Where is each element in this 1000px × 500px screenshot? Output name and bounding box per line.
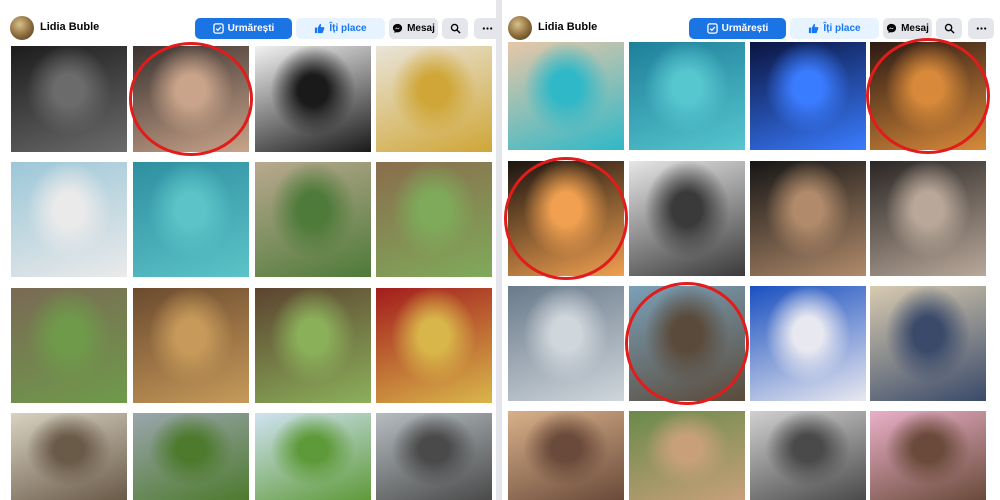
more-button[interactable] <box>474 18 496 39</box>
photo-tile[interactable] <box>133 162 249 277</box>
messenger-icon <box>392 23 403 34</box>
messenger-icon <box>886 23 897 34</box>
photo-tile[interactable] <box>750 161 866 276</box>
photo-tile[interactable] <box>133 288 249 403</box>
highlight-circle <box>504 157 628 280</box>
photo-tile[interactable] <box>11 46 127 152</box>
message-button[interactable]: Mesaj <box>389 18 438 39</box>
profile-name[interactable]: Lidia Buble <box>40 21 99 33</box>
avatar[interactable] <box>508 16 532 40</box>
follow-check-icon <box>212 23 224 34</box>
thumbs-up-icon <box>314 23 325 34</box>
photo-tile[interactable] <box>508 286 624 401</box>
avatar[interactable] <box>10 16 34 40</box>
photo-tile[interactable] <box>508 42 624 150</box>
highlight-circle <box>625 282 749 405</box>
like-label: Îți place <box>823 23 861 34</box>
photo-tile[interactable] <box>750 286 866 401</box>
more-dots-icon <box>482 23 493 34</box>
follow-button[interactable]: Urmărești <box>689 18 786 39</box>
follow-label: Urmărești <box>227 23 275 34</box>
photo-tile[interactable] <box>255 46 371 152</box>
message-label: Mesaj <box>407 23 435 34</box>
search-button[interactable] <box>936 18 962 39</box>
photo-tile[interactable] <box>629 411 745 500</box>
photo-tile[interactable] <box>255 162 371 277</box>
photo-tile[interactable] <box>870 411 986 500</box>
highlight-circle <box>866 38 990 154</box>
highlight-circle <box>129 42 253 156</box>
photo-tile[interactable] <box>750 411 866 500</box>
photo-tile[interactable] <box>376 413 492 500</box>
profile-name[interactable]: Lidia Buble <box>538 21 597 33</box>
photo-tile[interactable] <box>629 42 745 150</box>
photo-tile[interactable] <box>11 162 127 277</box>
photo-tile[interactable] <box>870 286 986 401</box>
follow-label: Urmărești <box>721 23 769 34</box>
thumbs-up-icon <box>808 23 819 34</box>
like-button[interactable]: Îți place <box>296 18 385 39</box>
search-button[interactable] <box>442 18 468 39</box>
photo-tile[interactable] <box>629 161 745 276</box>
search-icon <box>450 23 461 34</box>
photo-tile[interactable] <box>133 413 249 500</box>
like-label: Îți place <box>329 23 367 34</box>
photo-tile[interactable] <box>255 413 371 500</box>
message-label: Mesaj <box>901 23 929 34</box>
photo-tile[interactable] <box>376 46 492 152</box>
photo-tile[interactable] <box>750 42 866 150</box>
photo-tile[interactable] <box>376 288 492 403</box>
more-button[interactable] <box>968 18 994 39</box>
message-button[interactable]: Mesaj <box>883 18 932 39</box>
photo-tile[interactable] <box>11 413 127 500</box>
profile-panel-left: Lidia Buble Urmărești Îți place Mesaj <box>0 0 496 500</box>
photo-tile[interactable] <box>376 162 492 277</box>
like-button[interactable]: Îți place <box>790 18 879 39</box>
follow-button[interactable]: Urmărești <box>195 18 292 39</box>
photo-tile[interactable] <box>255 288 371 403</box>
follow-check-icon <box>706 23 718 34</box>
photo-tile[interactable] <box>870 161 986 276</box>
search-icon <box>944 23 955 34</box>
profile-panel-right: Lidia Buble Urmărești Îți place Mesaj <box>502 0 1000 500</box>
photo-tile[interactable] <box>508 411 624 500</box>
more-dots-icon <box>976 23 987 34</box>
photo-tile[interactable] <box>11 288 127 403</box>
profile-header: Lidia Buble Urmărești Îți place Mesaj <box>0 0 496 44</box>
